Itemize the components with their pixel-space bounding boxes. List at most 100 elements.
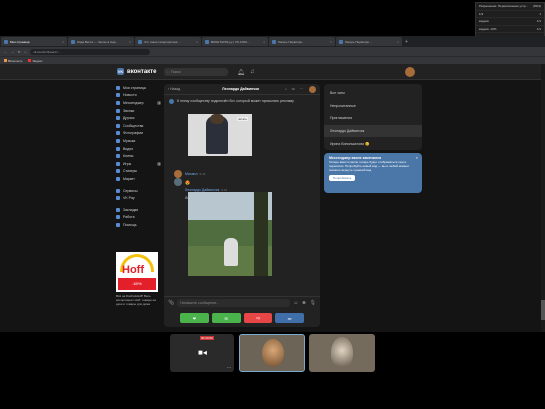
browser-tab-bar: Моя страница × Лада Веста — Чехлы в Анд..… (0, 36, 545, 47)
bookmark-item[interactable]: Яндекс (28, 58, 43, 63)
sidebar-item-label: Маркет (123, 176, 135, 181)
search-icon[interactable]: ⌕ (285, 87, 287, 91)
message-photo[interactable] (188, 192, 272, 276)
home-icon[interactable]: ⌂ (25, 50, 27, 54)
bot-keyboard: ❤︎ ✉︎ 👎︎ 💤︎ (180, 313, 304, 323)
music-icon[interactable]: ♫ (250, 69, 255, 75)
sidebar-item-video[interactable]: Видео (116, 145, 161, 153)
new-tab-icon[interactable]: + (405, 39, 408, 45)
address-bar: ← → ↻ ⌂ vk.com/im?peers=... (0, 47, 545, 56)
sidebar-item-services[interactable]: Сервисы (116, 187, 161, 195)
scrollbar-thumb[interactable] (541, 300, 545, 320)
chat-list-item[interactable]: Ирина Вопилшилова 😊 (324, 137, 422, 150)
sidebar-item-friends[interactable]: Друзья (116, 114, 161, 122)
sidebar-item-market[interactable]: Маркет (116, 175, 161, 183)
chat-list-item[interactable]: Все чаты (324, 87, 422, 100)
close-icon[interactable]: × (129, 40, 131, 44)
keyboard-button[interactable]: 👎︎ (243, 313, 273, 323)
emoji-icon[interactable]: ☻ (301, 300, 306, 306)
sidebar-item-label: Звонки (123, 108, 135, 113)
mic-icon[interactable]: 🎙︎ (310, 300, 316, 306)
reload-icon[interactable]: ↻ (18, 50, 21, 54)
logo-text: вконтакте (127, 68, 157, 75)
keyboard-button[interactable]: ✉︎ (211, 313, 241, 323)
chat-list-item[interactable]: Леонардо Дайвинчик (324, 124, 422, 138)
forward-arrow-icon[interactable]: → (11, 50, 14, 54)
close-icon[interactable]: × (196, 40, 198, 44)
close-icon[interactable]: × (397, 40, 399, 44)
sidebar-item-music[interactable]: Музыка (116, 137, 161, 145)
sidebar-item-bookmarks[interactable]: Закладки (116, 206, 161, 214)
keyboard-button[interactable]: ❤︎ (180, 313, 209, 323)
phone-icon[interactable]: ☏ (291, 87, 295, 91)
avatar[interactable] (174, 169, 182, 178)
sidebar-item-label: Стикеры (123, 169, 138, 174)
sidebar-item-clips[interactable]: Клипы (116, 152, 161, 160)
sidebar-item-help[interactable]: Помощь (116, 221, 161, 229)
bookmark-item[interactable]: ВКонтакте (4, 58, 22, 63)
message-input[interactable]: Напишите сообщение... (177, 298, 291, 307)
sidebar-item-calls[interactable]: Звонки (116, 107, 161, 115)
sidebar-ad[interactable]: Hoff -60% Всё на Dacha&Hoff! Весь ассорт… (116, 252, 161, 322)
message-author[interactable]: Михаил (185, 172, 198, 176)
site-favicon-icon (339, 39, 343, 44)
sidebar-item-vkpay[interactable]: VK Pay (116, 194, 161, 202)
more-icon[interactable]: ⋯ (227, 365, 231, 370)
dropdown-row[interactable]: 1/3 1 (476, 11, 544, 19)
vk-header (0, 64, 545, 80)
close-icon[interactable]: × (263, 40, 265, 44)
browser-tab[interactable]: Что такое гиперпортная ... × (135, 37, 201, 46)
sticker-icon[interactable]: ☺ (293, 300, 298, 306)
sticker-icon (116, 169, 120, 174)
chat-header: ‹ Назад Леонардо Дайвинчик ⌕ ☏ ⋯ (164, 84, 320, 95)
bookmark-label: Яндекс (32, 58, 43, 63)
close-icon[interactable]: × (416, 156, 418, 160)
sidebar-item-news[interactable]: Новости (116, 92, 161, 100)
sidebar-item-jobs[interactable]: Работа (116, 214, 161, 222)
chat-list-item[interactable]: Непрочитанные (324, 100, 422, 113)
chat-panel: ‹ Назад Леонардо Дайвинчик ⌕ ☏ ⋯ К этому… (164, 84, 320, 327)
browser-tab[interactable]: Лада Веста — Чехлы в Анд... × (68, 37, 134, 46)
avatar[interactable] (174, 178, 182, 186)
back-button[interactable]: ‹ Назад (168, 87, 180, 91)
dropdown-value: 1/1 (536, 27, 541, 32)
search-input[interactable]: ⌕ Поиск (164, 68, 228, 76)
browser-tab[interactable]: ВКОНТАКТЕ.ру | VK.COM... × (202, 37, 268, 46)
scrollbar[interactable] (541, 64, 545, 332)
chat-title[interactable]: Леонардо Дайвинчик (222, 87, 259, 91)
avatar[interactable] (405, 67, 415, 77)
vk-logo[interactable]: VK вконтакте (117, 68, 156, 75)
browser-tab[interactable]: Лагерь Первопро... × (269, 37, 335, 46)
message-photo[interactable]: читать (188, 114, 252, 156)
photo-icon (116, 131, 120, 136)
sidebar-item-my-page[interactable]: Моя страница (116, 84, 161, 92)
attach-icon[interactable]: 📎︎ (168, 300, 174, 306)
notice-text: К этому сообществу подключён бот, которы… (177, 99, 294, 103)
close-icon[interactable]: × (62, 40, 64, 44)
browser-tab[interactable]: Моя страница × (1, 37, 67, 46)
chat-list-item[interactable]: Приглашения (324, 112, 422, 125)
sidebar-item-stickers[interactable]: Стикеры (116, 168, 161, 176)
keyboard-button[interactable]: 💤︎ (275, 313, 304, 323)
dropdown-row[interactable]: кадров, 10% 1/1 (476, 26, 544, 34)
browser-tab[interactable]: Лагерь Первопро... × (336, 37, 402, 46)
dropdown-row[interactable]: Разрешение: Переключение устр... (89,9) (476, 3, 544, 11)
sidebar-item-communities[interactable]: Сообщества (116, 122, 161, 130)
search-placeholder: Поиск (170, 70, 181, 74)
try-button[interactable]: Попробовать (329, 175, 356, 181)
url-input[interactable]: vk.com/im?peers=... (30, 48, 151, 55)
sidebar-item-messenger[interactable]: Мессенджер 1 (116, 99, 161, 107)
video-tile[interactable] (239, 334, 305, 372)
chat-avatar[interactable] (309, 85, 316, 93)
music-icon (116, 138, 120, 143)
friends-icon (116, 116, 120, 121)
close-icon[interactable]: × (330, 40, 332, 44)
dropdown-row[interactable]: кадров 1/1 (476, 18, 544, 26)
video-tile[interactable] (309, 334, 375, 372)
back-arrow-icon[interactable]: ← (4, 50, 7, 54)
bell-icon[interactable]: 🔔︎ (237, 69, 245, 76)
sidebar-item-games[interactable]: Игры 3 (116, 160, 161, 168)
video-tile-self[interactable]: 00:33:09 ■◂ ⋯ (170, 334, 234, 372)
sidebar-item-photos[interactable]: Фотографии (116, 130, 161, 138)
more-icon[interactable]: ⋯ (300, 87, 304, 91)
